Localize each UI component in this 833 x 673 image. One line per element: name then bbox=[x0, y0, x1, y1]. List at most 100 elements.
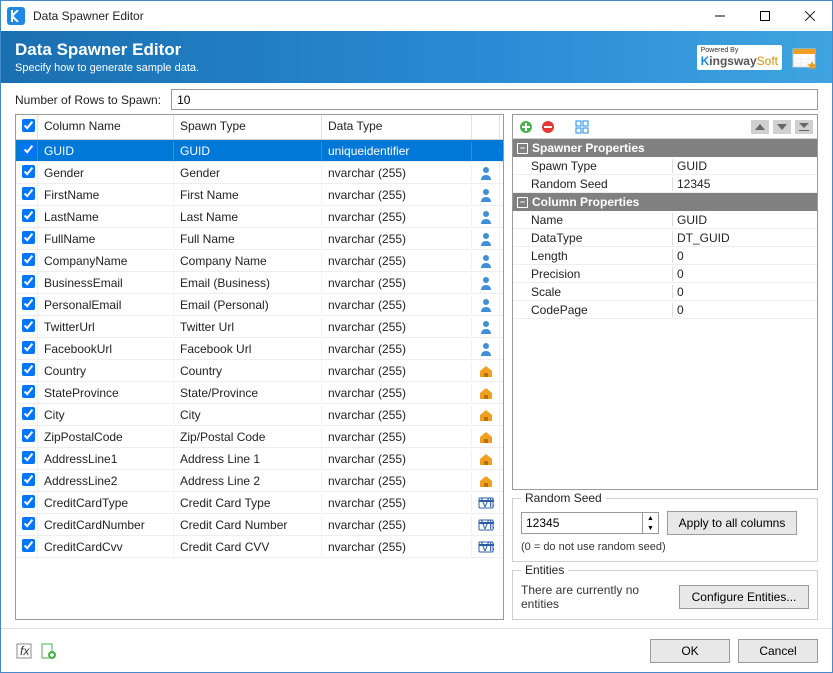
row-check[interactable] bbox=[22, 165, 35, 178]
row-count-label: Number of Rows to Spawn: bbox=[15, 93, 161, 107]
row-count-row: Number of Rows to Spawn: bbox=[1, 83, 832, 114]
document-icon[interactable] bbox=[39, 642, 57, 660]
table-row[interactable]: CreditCardNumberCredit Card Numbernvarch… bbox=[16, 514, 503, 536]
cancel-button[interactable]: Cancel bbox=[738, 639, 818, 663]
apply-seed-button[interactable]: Apply to all columns bbox=[667, 511, 797, 535]
category-spawner[interactable]: −Spawner Properties bbox=[513, 139, 817, 157]
table-row[interactable]: CityCitynvarchar (255) bbox=[16, 404, 503, 426]
remove-button[interactable] bbox=[539, 118, 557, 136]
table-row[interactable]: ZipPostalCodeZip/Postal Codenvarchar (25… bbox=[16, 426, 503, 448]
table-row[interactable]: GUIDGUIDuniqueidentifier bbox=[16, 140, 503, 162]
cell-spawn-type: Facebook Url bbox=[174, 340, 322, 358]
ok-button[interactable]: OK bbox=[650, 639, 730, 663]
table-row[interactable]: CreditCardTypeCredit Card Typenvarchar (… bbox=[16, 492, 503, 514]
seed-down-button[interactable]: ▼ bbox=[643, 523, 658, 533]
row-check[interactable] bbox=[22, 451, 35, 464]
table-row[interactable]: AddressLine1Address Line 1nvarchar (255) bbox=[16, 448, 503, 470]
expression-icon[interactable]: fx bbox=[15, 642, 33, 660]
cell-column-name: LastName bbox=[38, 208, 174, 226]
row-check[interactable] bbox=[22, 407, 35, 420]
prop-datatype[interactable]: DataTypeDT_GUID bbox=[513, 229, 817, 247]
row-check[interactable] bbox=[22, 253, 35, 266]
prop-name[interactable]: NameGUID bbox=[513, 211, 817, 229]
prop-spawn-type[interactable]: Spawn TypeGUID bbox=[513, 157, 817, 175]
add-button[interactable] bbox=[517, 118, 535, 136]
header-column-name[interactable]: Column Name bbox=[38, 115, 174, 139]
window-controls bbox=[697, 1, 832, 31]
cell-spawn-type: Country bbox=[174, 362, 322, 380]
row-check[interactable] bbox=[22, 363, 35, 376]
row-check[interactable] bbox=[22, 341, 35, 354]
cell-column-name: CreditCardNumber bbox=[38, 516, 174, 534]
cell-spawn-type: State/Province bbox=[174, 384, 322, 402]
table-row[interactable]: FirstNameFirst Namenvarchar (255) bbox=[16, 184, 503, 206]
cell-spawn-type: Credit Card Type bbox=[174, 494, 322, 512]
row-check[interactable] bbox=[22, 297, 35, 310]
row-check[interactable] bbox=[22, 209, 35, 222]
prop-length[interactable]: Length0 bbox=[513, 247, 817, 265]
category-column[interactable]: −Column Properties bbox=[513, 193, 817, 211]
row-type-icon bbox=[472, 405, 500, 425]
cell-spawn-type: First Name bbox=[174, 186, 322, 204]
prop-scale[interactable]: Scale0 bbox=[513, 283, 817, 301]
cell-column-name: ZipPostalCode bbox=[38, 428, 174, 446]
cell-data-type: nvarchar (255) bbox=[322, 274, 472, 292]
row-check[interactable] bbox=[22, 187, 35, 200]
cell-data-type: nvarchar (255) bbox=[322, 538, 472, 556]
categorize-button[interactable] bbox=[573, 118, 591, 136]
entities-status: There are currently no entities bbox=[521, 583, 679, 611]
table-row[interactable]: CountryCountrynvarchar (255) bbox=[16, 360, 503, 382]
header-data-type[interactable]: Data Type bbox=[322, 115, 472, 139]
seed-up-button[interactable]: ▲ bbox=[643, 513, 658, 523]
table-row[interactable]: GenderGendernvarchar (255) bbox=[16, 162, 503, 184]
seed-legend: Random Seed bbox=[521, 491, 606, 505]
cell-data-type: nvarchar (255) bbox=[322, 230, 472, 248]
row-type-icon bbox=[472, 383, 500, 403]
cell-column-name: BusinessEmail bbox=[38, 274, 174, 292]
table-row[interactable]: FullNameFull Namenvarchar (255) bbox=[16, 228, 503, 250]
cell-spawn-type: Zip/Postal Code bbox=[174, 428, 322, 446]
move-up-button[interactable] bbox=[751, 120, 769, 134]
maximize-button[interactable] bbox=[742, 1, 787, 31]
row-check[interactable] bbox=[22, 539, 35, 552]
table-row[interactable]: PersonalEmailEmail (Personal)nvarchar (2… bbox=[16, 294, 503, 316]
row-count-input[interactable] bbox=[171, 89, 818, 110]
header-check-cell[interactable] bbox=[16, 115, 38, 139]
row-check[interactable] bbox=[22, 319, 35, 332]
prop-precision[interactable]: Precision0 bbox=[513, 265, 817, 283]
cell-data-type: nvarchar (255) bbox=[322, 472, 472, 490]
table-row[interactable]: FacebookUrlFacebook Urlnvarchar (255) bbox=[16, 338, 503, 360]
app-icon bbox=[7, 7, 25, 25]
select-all-check[interactable] bbox=[22, 119, 35, 132]
row-check[interactable] bbox=[22, 385, 35, 398]
row-check[interactable] bbox=[22, 429, 35, 442]
table-row[interactable]: TwitterUrlTwitter Urlnvarchar (255) bbox=[16, 316, 503, 338]
table-row[interactable]: AddressLine2Address Line 2nvarchar (255) bbox=[16, 470, 503, 492]
row-check[interactable] bbox=[22, 143, 35, 156]
header-subtitle: Specify how to generate sample data. bbox=[15, 62, 199, 74]
row-check[interactable] bbox=[22, 231, 35, 244]
prop-random-seed[interactable]: Random Seed12345 bbox=[513, 175, 817, 193]
move-down-button[interactable] bbox=[773, 120, 791, 134]
table-row[interactable]: CreditCardCvvCredit Card CVVnvarchar (25… bbox=[16, 536, 503, 558]
seed-input[interactable] bbox=[522, 513, 642, 533]
move-bottom-button[interactable] bbox=[795, 120, 813, 134]
seed-spinner[interactable]: ▲▼ bbox=[521, 512, 659, 534]
table-row[interactable]: LastNameLast Namenvarchar (255) bbox=[16, 206, 503, 228]
row-check[interactable] bbox=[22, 275, 35, 288]
row-type-icon bbox=[472, 361, 500, 381]
row-check[interactable] bbox=[22, 473, 35, 486]
row-check[interactable] bbox=[22, 517, 35, 530]
minimize-button[interactable] bbox=[697, 1, 742, 31]
close-button[interactable] bbox=[787, 1, 832, 31]
table-row[interactable]: BusinessEmailEmail (Business)nvarchar (2… bbox=[16, 272, 503, 294]
table-row[interactable]: StateProvinceState/Provincenvarchar (255… bbox=[16, 382, 503, 404]
cell-column-name: Country bbox=[38, 362, 174, 380]
cell-column-name: CreditCardCvv bbox=[38, 538, 174, 556]
header-spawn-type[interactable]: Spawn Type bbox=[174, 115, 322, 139]
row-check[interactable] bbox=[22, 495, 35, 508]
row-type-icon bbox=[472, 185, 500, 205]
prop-codepage[interactable]: CodePage0 bbox=[513, 301, 817, 319]
configure-entities-button[interactable]: Configure Entities... bbox=[679, 585, 809, 609]
table-row[interactable]: CompanyNameCompany Namenvarchar (255) bbox=[16, 250, 503, 272]
